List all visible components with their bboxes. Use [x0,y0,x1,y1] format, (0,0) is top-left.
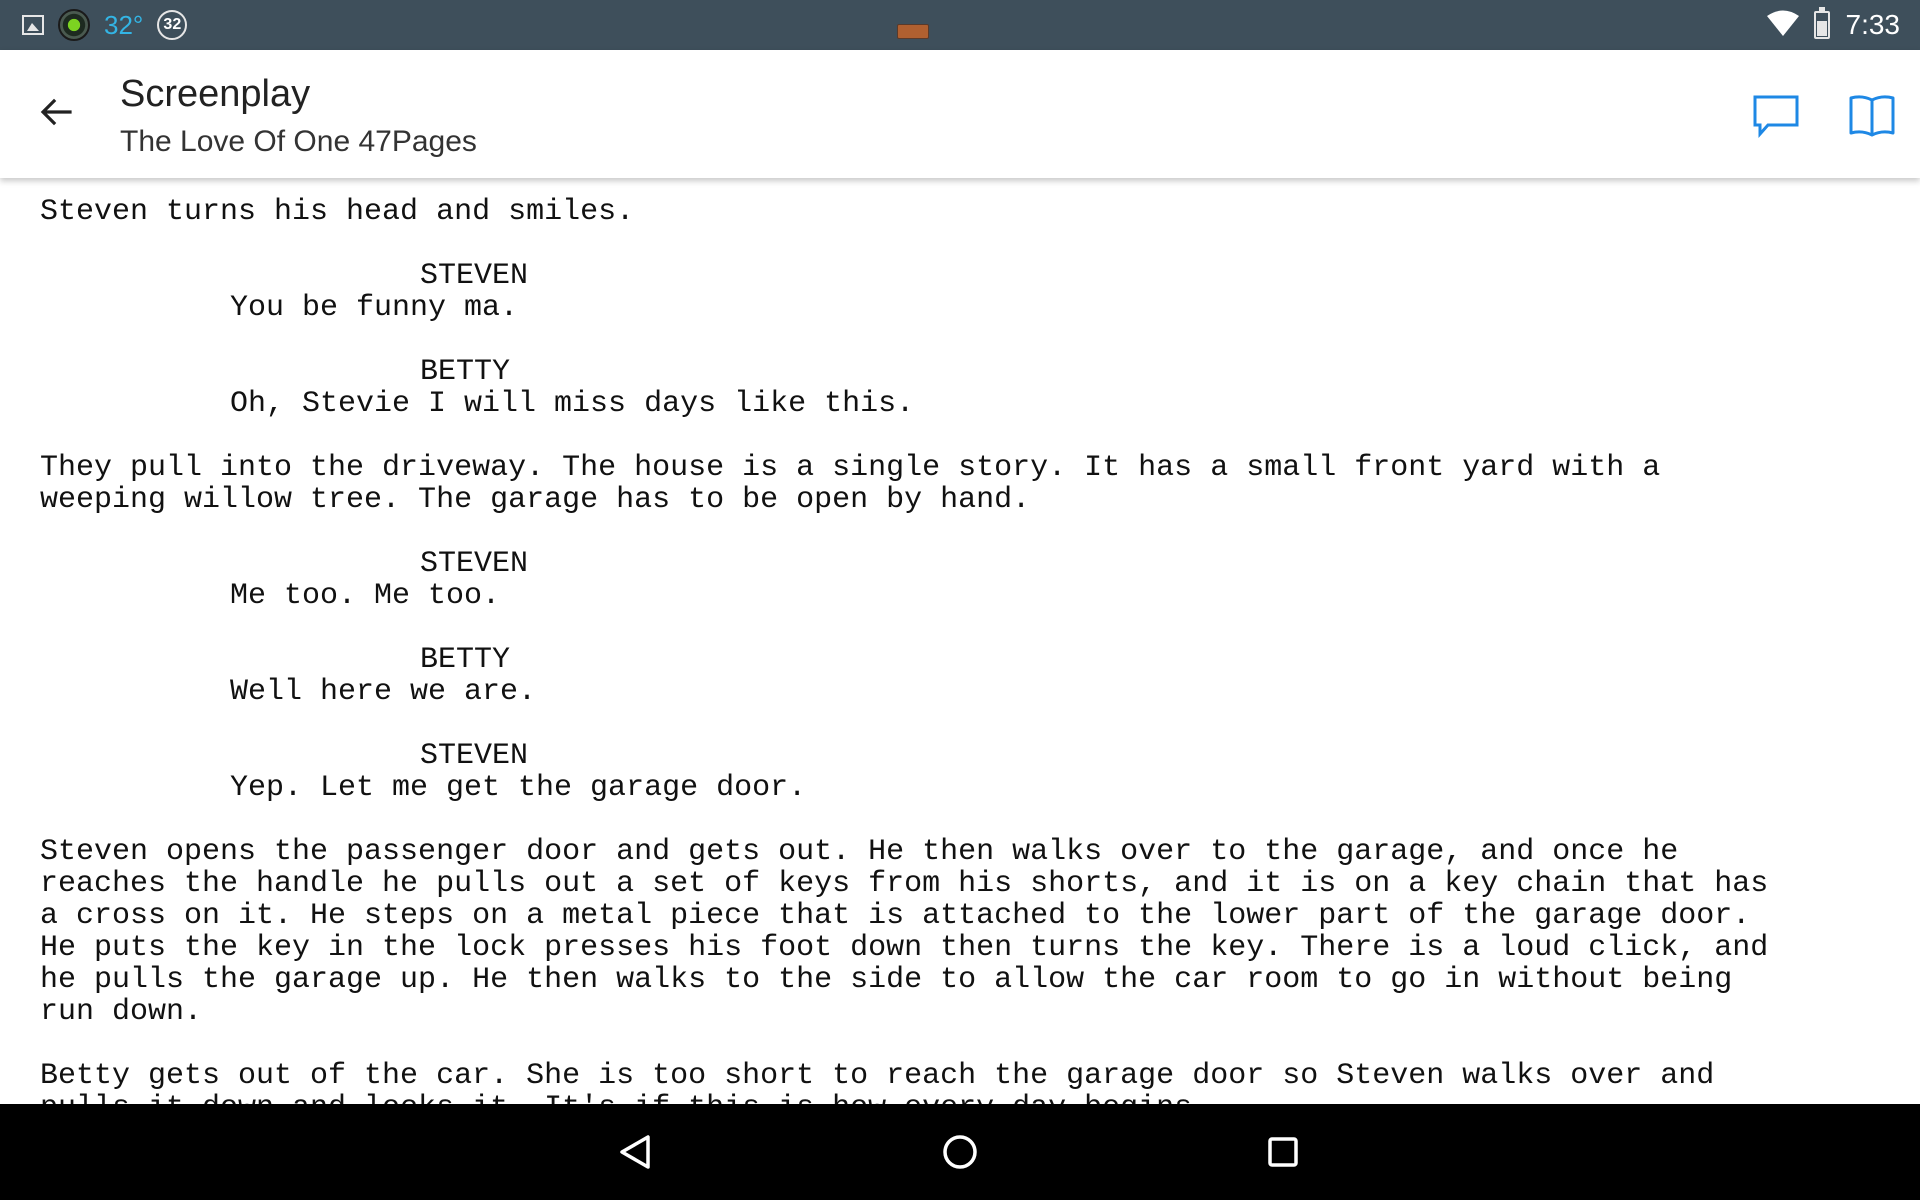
action-line: reaches the handle he pulls out a set of… [40,867,1769,901]
action-line: weeping willow tree. The garage has to b… [40,483,1031,517]
temperature-text: 32° [104,9,144,40]
image-icon [22,15,44,35]
page-subtitle: The Love Of One 47Pages [120,125,477,158]
read-mode-button[interactable] [1842,86,1902,146]
status-right-icons: 7:33 [1766,0,1901,50]
action-line: Steven opens the passenger door and gets… [40,835,1679,869]
camera-icon [58,9,90,41]
action-line: a cross on it. He steps on a metal piece… [40,899,1751,933]
book-open-icon [1849,95,1895,137]
character-name: STEVEN [420,739,529,773]
title-group: Screenplay The Love Of One 47Pages [120,70,477,164]
wifi-icon [1766,9,1800,42]
action-line: pulls it down and locks it. It's if this… [40,1092,1900,1104]
action-line: They pull into the driveway. The house i… [40,451,1661,485]
app-bar: Screenplay The Love Of One 47Pages [0,50,1920,178]
notification-badge: 32 [157,10,188,40]
status-left-icons: 32° 32 [22,0,188,50]
dialogue-line: Me too. Me too. [230,579,501,613]
dialogue-line: Yep. Let me get the garage door. [230,771,807,805]
dialogue-line: Well here we are. [230,675,537,709]
circle-home-icon [943,1135,977,1169]
character-name: BETTY [420,355,511,389]
character-name: STEVEN [420,547,529,581]
character-name: STEVEN [420,259,529,293]
battery-icon [1813,7,1830,39]
cast-icon [897,24,929,39]
square-recents-icon [1268,1137,1298,1167]
clock-time: 7:33 [1845,9,1901,40]
action-line: Steven turns his head and smiles. [40,195,635,229]
arrow-back-icon [40,98,72,126]
comment-button[interactable] [1746,86,1806,146]
nav-back-button[interactable] [608,1124,664,1180]
action-line: he pulls the garage up. He then walks to… [40,963,1733,997]
comment-icon [1753,95,1799,138]
screenplay-text: Steven turns his head and smiles. STEVEN Y… [40,196,1900,1104]
nav-home-button[interactable] [932,1124,988,1180]
back-button[interactable] [28,84,84,140]
status-bar: 32° 32 7:33 [0,0,1920,50]
dialogue-line: Oh, Stevie I will miss days like this. [230,387,915,421]
action-line: Betty gets out of the car. She is too sh… [40,1059,1715,1093]
page-title: Screenplay [120,73,311,115]
navigation-bar [0,1104,1920,1200]
screenplay-content[interactable]: Steven turns his head and smiles. STEVEN Y… [0,178,1920,1104]
triangle-back-icon [620,1135,650,1169]
dialogue-line: You be funny ma. [230,291,519,325]
action-line: He puts the key in the lock presses his … [40,931,1769,965]
nav-recents-button[interactable] [1255,1124,1311,1180]
character-name: BETTY [420,643,511,677]
action-line: run down. [40,995,203,1029]
